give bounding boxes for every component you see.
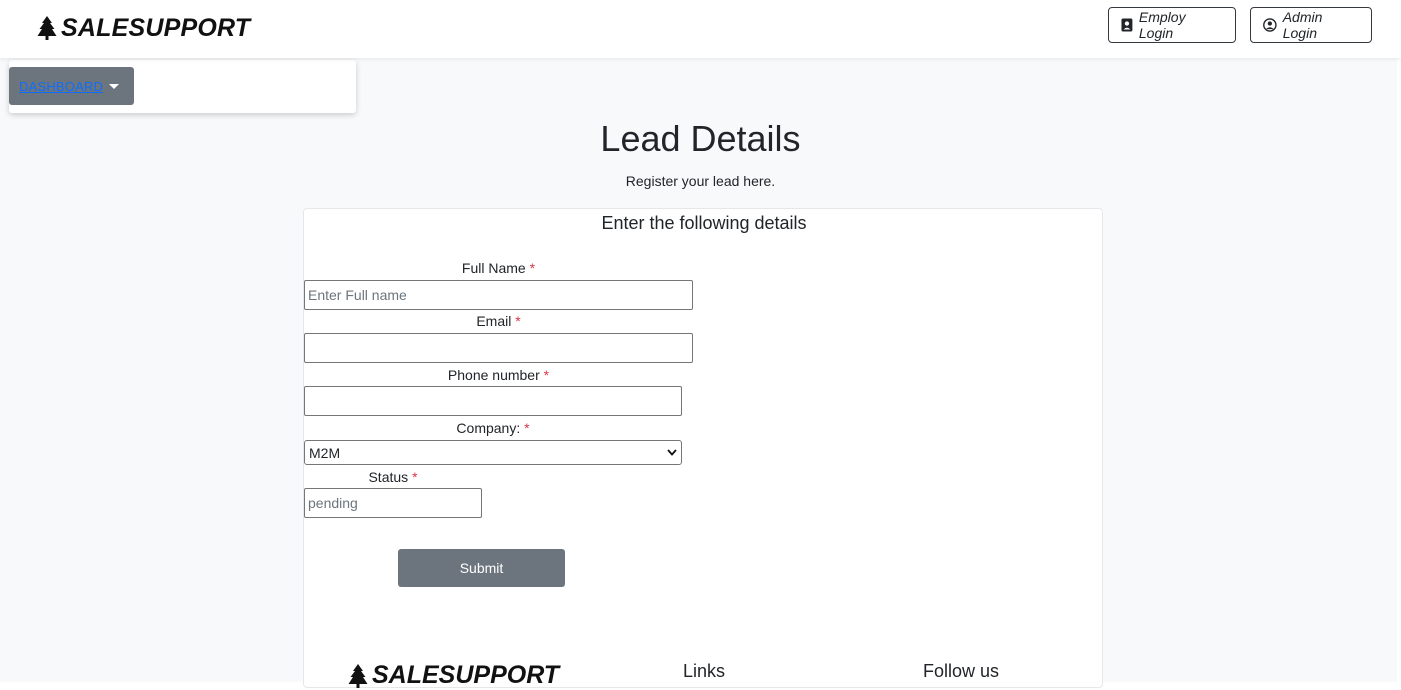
full-name-label-text: Full Name: [461, 260, 526, 276]
status-label: Status *: [304, 469, 482, 485]
lead-form-card: Enter the following details Full Name * …: [303, 208, 1103, 690]
tree-icon: [37, 16, 57, 40]
form-heading: Enter the following details: [601, 213, 807, 233]
page-subtitle: Register your lead here.: [625, 173, 776, 189]
footer-brand-name: SALESUPPORT: [372, 661, 560, 689]
dashboard-panel: DASHBOARD: [9, 60, 356, 113]
email-label: Email *: [304, 313, 693, 329]
required-mark: *: [524, 420, 530, 436]
required-mark: *: [515, 313, 521, 329]
phone-input[interactable]: [304, 386, 682, 416]
brand-name: SALESUPPORT: [61, 13, 251, 42]
company-select[interactable]: M2M: [304, 440, 682, 465]
admin-login-label: Admin Login: [1282, 9, 1323, 41]
brand-logo[interactable]: SALESUPPORT: [37, 10, 250, 46]
email-label-text: Email: [476, 313, 512, 329]
caret-down-icon: [109, 83, 120, 89]
status-label-text: Status: [368, 469, 409, 485]
tree-icon: [348, 663, 368, 688]
employ-login-label: Employ Login: [1138, 9, 1186, 41]
company-selected-value: M2M: [309, 444, 341, 461]
required-mark: *: [412, 469, 418, 485]
submit-button[interactable]: Submit: [398, 549, 565, 587]
chevron-down-icon: [667, 449, 677, 456]
status-input[interactable]: [304, 488, 482, 518]
admin-login-button[interactable]: Admin Login: [1250, 7, 1372, 43]
dashboard-dropdown-button[interactable]: DASHBOARD: [9, 67, 134, 105]
top-navbar: SALESUPPORT Employ Login Admin Login: [0, 0, 1401, 58]
footer-brand-logo[interactable]: SALESUPPORT: [348, 661, 559, 690]
company-label: Company: *: [304, 420, 682, 436]
phone-label-text: Phone number: [447, 367, 540, 383]
required-mark: *: [529, 260, 536, 276]
company-label-text: Company:: [456, 420, 521, 436]
email-input[interactable]: [304, 333, 693, 363]
footer-follow-heading: Follow us: [923, 661, 1000, 681]
full-name-input[interactable]: [304, 280, 693, 310]
dashboard-link[interactable]: DASHBOARD: [19, 79, 103, 94]
page-title: Lead Details: [600, 118, 801, 159]
footer-links-heading: Links: [683, 661, 726, 681]
employ-login-button[interactable]: Employ Login: [1108, 7, 1236, 43]
required-mark: *: [543, 367, 550, 383]
user-circle-icon: [1263, 18, 1277, 32]
phone-label: Phone number *: [304, 367, 693, 383]
full-name-label: Full Name *: [304, 260, 693, 276]
id-badge-icon: [1121, 18, 1133, 32]
